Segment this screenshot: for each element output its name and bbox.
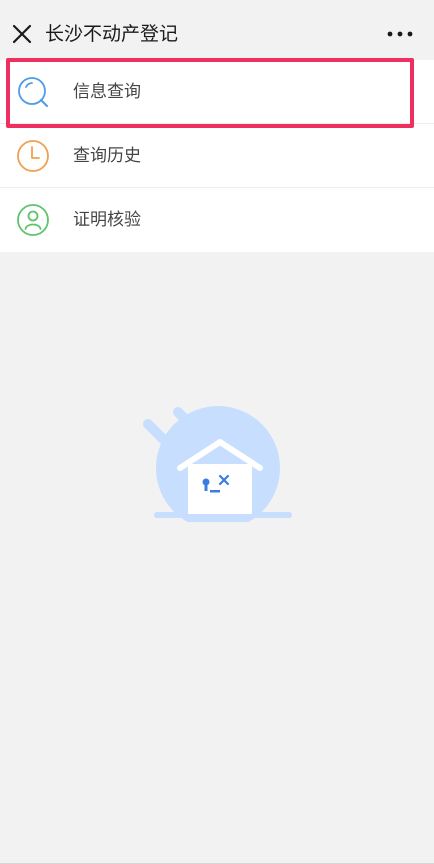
more-options-button[interactable] bbox=[380, 22, 420, 46]
clock-icon bbox=[17, 140, 49, 172]
empty-house-illustration bbox=[143, 406, 292, 522]
close-button[interactable] bbox=[10, 22, 34, 46]
menu-item-certificate-verify[interactable]: 证明核验 bbox=[0, 188, 434, 252]
title-bar: 长沙不动产登记 bbox=[0, 0, 434, 64]
menu-item-query-history[interactable]: 查询历史 bbox=[0, 124, 434, 188]
more-dots-icon bbox=[387, 31, 413, 37]
menu-item-info-query[interactable]: 信息查询 bbox=[0, 60, 434, 124]
menu-item-label: 查询历史 bbox=[73, 146, 141, 166]
page-title: 长沙不动产登记 bbox=[45, 23, 179, 45]
search-icon bbox=[18, 77, 48, 107]
menu-item-label: 信息查询 bbox=[73, 82, 141, 102]
menu-item-label: 证明核验 bbox=[73, 210, 141, 230]
service-menu: 信息查询 查询历史 证明核验 bbox=[0, 60, 434, 252]
user-verify-icon bbox=[17, 204, 49, 236]
close-icon bbox=[12, 24, 32, 44]
